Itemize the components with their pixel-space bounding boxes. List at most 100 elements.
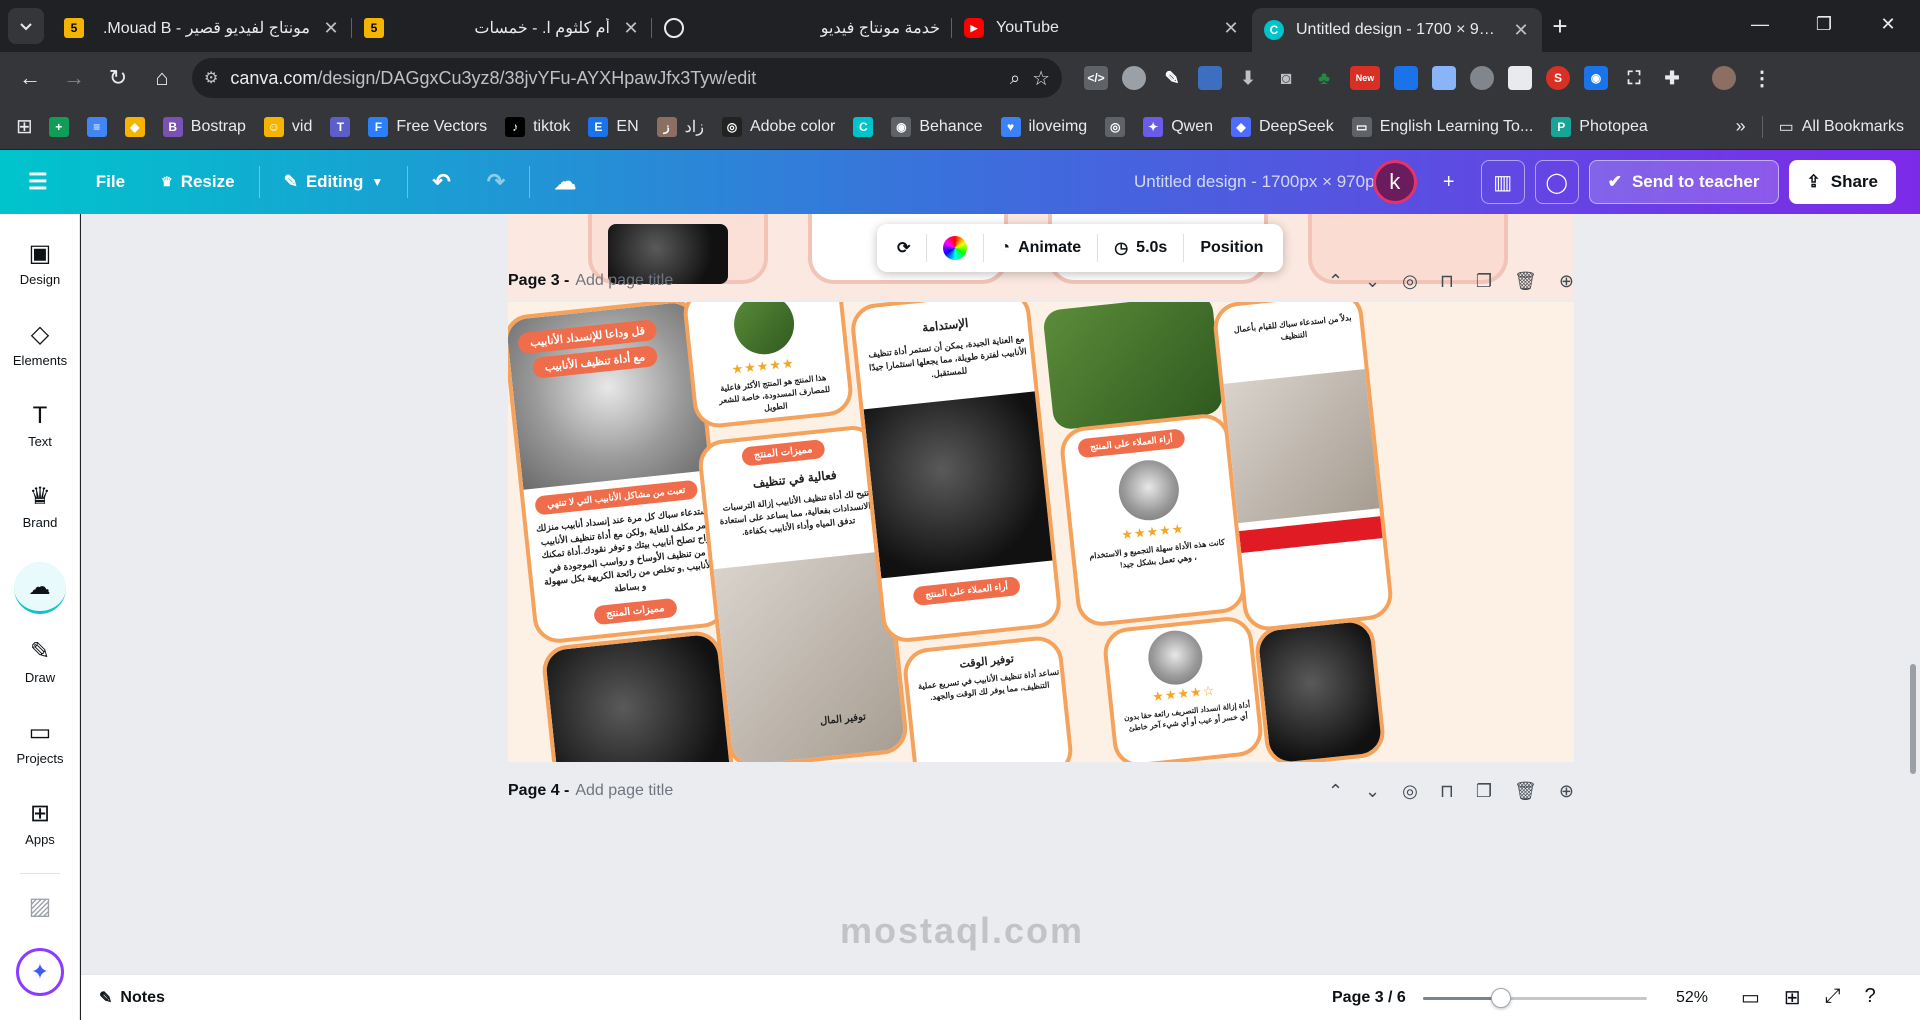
hide-page-icon[interactable]: ◎ xyxy=(1402,781,1418,802)
browser-tab-3[interactable]: خدمة مونتاج فيديو xyxy=(652,8,952,48)
fullscreen-extension-icon[interactable]: ⛶ xyxy=(1622,66,1646,90)
zoom-slider[interactable] xyxy=(1423,988,1647,1008)
address-bar[interactable]: ⚙ canva.com/design/DAGgxCu3yz8/38jvYFu-A… xyxy=(192,58,1062,98)
hide-page-icon[interactable]: ◎ xyxy=(1402,271,1418,292)
site-info-icon[interactable]: ⚙ xyxy=(204,68,218,88)
resize-button[interactable]: ♛ Resize xyxy=(143,160,253,204)
duration-button[interactable]: ◷ 5.0s xyxy=(1102,230,1179,266)
close-icon[interactable]: ✕ xyxy=(1512,20,1530,41)
extension-icon[interactable] xyxy=(1470,66,1494,90)
bookmark-star-icon[interactable]: ☆ xyxy=(1032,66,1050,91)
vertical-scrollbar[interactable] xyxy=(1910,664,1916,774)
move-up-icon[interactable]: ⌃ xyxy=(1328,781,1343,802)
lock-icon[interactable]: ⊓ xyxy=(1440,781,1454,802)
cloud-saved-icon[interactable]: ☁ xyxy=(536,160,594,204)
move-up-icon[interactable]: ⌃ xyxy=(1328,271,1343,292)
bookmark-item[interactable]: + xyxy=(48,116,69,137)
bookmark-item[interactable]: ◉ Behance xyxy=(891,116,983,137)
docs-extension-icon[interactable] xyxy=(1432,66,1456,90)
rail-design[interactable]: ▣ Design xyxy=(0,224,80,305)
duplicate-icon[interactable]: ❐ xyxy=(1476,781,1492,802)
devtools-extension-icon[interactable]: </> xyxy=(1084,66,1108,90)
fullscreen-icon[interactable]: ⤢ xyxy=(1825,985,1841,1010)
bookmark-item[interactable]: ✦ Qwen xyxy=(1143,116,1213,137)
bookmark-item[interactable]: ≡ xyxy=(86,116,107,137)
trash-icon[interactable]: 🗑 xyxy=(1514,781,1537,802)
rail-elements[interactable]: ◇ Elements xyxy=(0,305,80,386)
uploads-cloud-icon[interactable]: ☁ xyxy=(13,562,66,614)
kebab-menu-icon[interactable]: ⋮ xyxy=(1750,66,1774,90)
zoom-value[interactable]: 52% xyxy=(1676,989,1708,1007)
screen-extension-icon[interactable] xyxy=(1198,66,1222,90)
bookmark-item[interactable]: P Photopea xyxy=(1551,116,1648,137)
browser-tab-1[interactable]: 5 مونتاج لفيديو قصير - Mouad B. ✕ xyxy=(52,8,352,48)
color-picker-icon[interactable] xyxy=(931,230,979,266)
bookmark-item[interactable]: ☺ vid xyxy=(263,116,312,137)
bookmark-item[interactable]: ◆ xyxy=(124,116,145,137)
browser-tab-5[interactable]: C Untitled design - 1700 × 970px ✕ xyxy=(1252,8,1542,52)
comment-icon[interactable]: ◯ xyxy=(1534,160,1579,204)
main-menu-button[interactable]: ☰ xyxy=(18,160,58,204)
add-page-icon[interactable]: ⊕ xyxy=(1559,781,1574,802)
bookmark-item[interactable]: ◆ DeepSeek xyxy=(1230,116,1334,137)
trash-icon[interactable]: 🗑 xyxy=(1514,271,1537,292)
notes-button[interactable]: ✎ Notes xyxy=(99,988,165,1008)
profile-icon[interactable] xyxy=(1712,66,1736,90)
redo-button[interactable]: ↷ xyxy=(469,160,523,204)
tab-search-button[interactable] xyxy=(8,8,44,44)
add-page-icon[interactable]: ⊕ xyxy=(1559,271,1574,292)
close-icon[interactable]: ✕ xyxy=(322,18,340,39)
rail-brand[interactable]: ♛ Brand xyxy=(0,467,80,548)
grid-view-icon[interactable]: ⊞ xyxy=(1784,985,1801,1010)
bookmark-item[interactable]: ♪ tiktok xyxy=(505,116,570,137)
close-icon[interactable]: ✕ xyxy=(1222,18,1240,39)
position-button[interactable]: Position xyxy=(1188,230,1275,266)
magic-assistant-icon[interactable]: ✦ xyxy=(16,948,64,996)
share-button[interactable]: ⇪ Share xyxy=(1788,160,1896,204)
move-down-icon[interactable]: ⌄ xyxy=(1365,781,1380,802)
eyedropper-extension-icon[interactable]: ✎ xyxy=(1160,66,1184,90)
animate-button[interactable]: ◔ Animate xyxy=(988,230,1093,266)
window-extension-icon[interactable] xyxy=(1508,66,1532,90)
bookmark-item[interactable]: T xyxy=(330,116,351,137)
more-bookmarks-icon[interactable]: » xyxy=(1736,116,1746,137)
blue-extension-icon[interactable] xyxy=(1394,66,1418,90)
puzzle-extensions-icon[interactable]: ✚ xyxy=(1660,66,1684,90)
send-to-teacher-button[interactable]: ✔ Send to teacher xyxy=(1588,160,1779,204)
camera-extension-icon[interactable]: ◙ xyxy=(1274,66,1298,90)
s-extension-icon[interactable]: S xyxy=(1546,66,1570,90)
bookmark-item[interactable]: ◎ Adobe color xyxy=(721,116,835,137)
browser-tab-4[interactable]: ▶ YouTube ✕ xyxy=(952,8,1252,48)
zoom-search-icon[interactable]: ⌕ xyxy=(1010,68,1020,89)
bookmark-item[interactable]: F Free Vectors xyxy=(368,116,487,137)
bookmark-item[interactable]: ز زاد xyxy=(656,116,704,137)
rail-draw[interactable]: ✎ Draw xyxy=(0,622,80,703)
file-menu-button[interactable]: File xyxy=(78,160,143,204)
apps-grid-icon[interactable]: ⊞ xyxy=(16,114,33,139)
canvas-stage[interactable]: ⟳ ◔ Animate ◷ 5.0s Position Page 3 - Add p… xyxy=(81,214,1920,974)
bookmark-item[interactable]: ♥ iloveimg xyxy=(1000,116,1087,137)
restore-icon[interactable]: ❐ xyxy=(1792,0,1856,48)
lock-icon[interactable]: ⊓ xyxy=(1440,271,1454,292)
close-icon[interactable]: ✕ xyxy=(622,18,640,39)
document-title[interactable]: Untitled design - 1700px × 970px xyxy=(1134,172,1383,192)
home-icon[interactable]: ⌂ xyxy=(142,58,182,98)
zoom-slider-handle[interactable] xyxy=(1491,988,1511,1008)
back-icon[interactable]: ← xyxy=(10,58,50,98)
new-badge-extension-icon[interactable]: New xyxy=(1350,66,1380,90)
close-window-icon[interactable]: ✕ xyxy=(1856,0,1920,48)
undo-button[interactable]: ↶ xyxy=(414,160,468,204)
page-view-icon[interactable]: ▭ xyxy=(1741,985,1760,1010)
bookmark-item[interactable]: ▭ English Learning To... xyxy=(1351,116,1533,137)
download-extension-icon[interactable]: ⬇ xyxy=(1236,66,1260,90)
bookmark-item[interactable]: ◎ xyxy=(1105,116,1126,137)
page-3-canvas[interactable]: قل وداعا للإنسداد الأنابيب مع أداة تنظيف… xyxy=(508,302,1574,762)
minimize-icon[interactable]: — xyxy=(1728,0,1792,48)
help-icon[interactable]: ? xyxy=(1865,985,1876,1010)
search-extension-icon[interactable]: ◉ xyxy=(1584,66,1608,90)
all-bookmarks-folder[interactable]: ▭ All Bookmarks xyxy=(1779,117,1904,137)
insights-chart-icon[interactable]: ▥ xyxy=(1480,160,1525,204)
forward-icon[interactable]: → xyxy=(54,58,94,98)
bookmark-item[interactable]: B Bostrap xyxy=(162,116,246,137)
add-page-title[interactable]: Add page title xyxy=(575,272,673,290)
